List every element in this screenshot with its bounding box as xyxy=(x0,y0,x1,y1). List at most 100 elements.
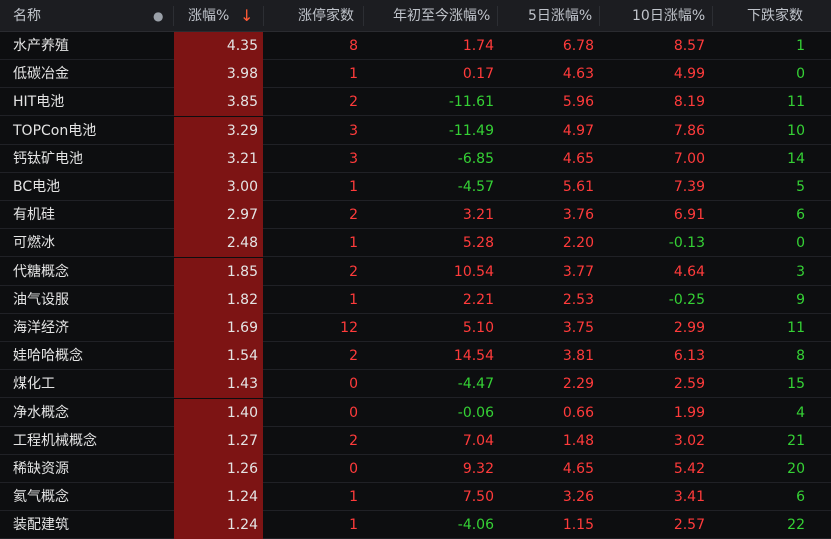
cell-d10: 6.91 xyxy=(673,207,705,224)
cell-down: 5 xyxy=(796,179,805,195)
cell-pct: 1.24 xyxy=(226,489,258,506)
column-divider xyxy=(712,6,713,26)
cell-pct: 2.97 xyxy=(226,207,258,224)
cell-d10: 4.64 xyxy=(673,263,705,280)
table-row[interactable]: TOPCon电池 3.29 3 -11.49 4.97 7.86 10 xyxy=(0,116,831,145)
table-row[interactable]: 油气设服 1.82 1 2.21 2.53 -0.25 9 xyxy=(0,285,831,314)
cell-ytd: -6.85 xyxy=(457,150,494,167)
cell-d10: 2.59 xyxy=(673,376,705,393)
table-row[interactable]: 低碳冶金 3.98 1 0.17 4.63 4.99 0 xyxy=(0,60,831,89)
table-row[interactable]: 可燃冰 2.48 1 5.28 2.20 -0.13 0 xyxy=(0,229,831,258)
cell-name: 代糖概念 xyxy=(13,263,69,280)
cell-pct: 1.40 xyxy=(226,404,258,421)
cell-down: 0 xyxy=(796,235,805,252)
column-header-ytd-change[interactable]: 年初至今涨幅% xyxy=(393,0,490,32)
cell-name: 装配建筑 xyxy=(13,517,69,534)
column-header-change-pct[interactable]: 涨幅% xyxy=(188,0,229,32)
cell-name: 煤化工 xyxy=(13,376,55,393)
cell-limit-up: 1 xyxy=(349,179,358,195)
cell-d10: -0.13 xyxy=(668,235,705,252)
cell-down: 8 xyxy=(796,348,805,365)
cell-d5: 4.65 xyxy=(562,461,594,477)
cell-pct: 1.43 xyxy=(226,376,258,393)
cell-d10: 3.02 xyxy=(673,432,705,449)
cell-down: 4 xyxy=(796,404,805,421)
cell-name: 有机硅 xyxy=(13,207,55,224)
cell-ytd: 9.32 xyxy=(462,461,494,477)
cell-d5: 4.63 xyxy=(562,66,594,83)
cell-ytd: -4.06 xyxy=(457,517,494,534)
column-header-5day-change[interactable]: 5日涨幅% xyxy=(528,0,592,32)
table-row[interactable]: 装配建筑 1.24 1 -4.06 1.15 2.57 22 xyxy=(0,511,831,539)
cell-down: 21 xyxy=(787,432,805,449)
cell-name: 氦气概念 xyxy=(13,489,69,506)
cell-name: 油气设服 xyxy=(13,291,69,308)
cell-down: 20 xyxy=(787,461,805,477)
table-row[interactable]: 稀缺资源 1.26 0 9.32 4.65 5.42 20 xyxy=(0,455,831,483)
cell-pct: 3.00 xyxy=(226,179,258,195)
table-row[interactable]: 水产养殖 4.35 8 1.74 6.78 8.57 1 xyxy=(0,32,831,60)
cell-d5: 3.76 xyxy=(562,207,594,224)
column-header-10day-change[interactable]: 10日涨幅% xyxy=(632,0,705,32)
cell-d5: 4.97 xyxy=(562,122,594,139)
cell-d10: 7.86 xyxy=(673,122,705,139)
cell-name: 可燃冰 xyxy=(13,235,55,252)
cell-ytd: -11.61 xyxy=(448,94,494,111)
cell-ytd: 7.04 xyxy=(462,432,494,449)
table-row[interactable]: 代糖概念 1.85 2 10.54 3.77 4.64 3 xyxy=(0,257,831,286)
cell-ytd: 2.21 xyxy=(462,291,494,308)
cell-d10: 4.99 xyxy=(673,66,705,83)
cell-down: 3 xyxy=(796,263,805,280)
column-divider xyxy=(497,6,498,26)
table-row[interactable]: 有机硅 2.97 2 3.21 3.76 6.91 6 xyxy=(0,201,831,230)
column-divider xyxy=(599,6,600,26)
cell-d5: 3.75 xyxy=(562,320,594,336)
cell-d5: 2.29 xyxy=(562,376,594,393)
cell-name: BC电池 xyxy=(13,179,61,195)
cell-down: 10 xyxy=(787,122,805,139)
cell-d10: 5.42 xyxy=(673,461,705,477)
table-row[interactable]: 煤化工 1.43 0 -4.47 2.29 2.59 15 xyxy=(0,370,831,399)
cell-name: 钙钛矿电池 xyxy=(13,150,83,167)
cell-name: 海洋经济 xyxy=(13,320,69,336)
sort-descending-icon[interactable]: ↓ xyxy=(240,0,253,32)
cell-limit-up: 3 xyxy=(349,122,358,139)
cell-name: 低碳冶金 xyxy=(13,66,69,83)
cell-pct: 1.82 xyxy=(226,291,258,308)
dot-icon[interactable]: ● xyxy=(153,0,163,32)
cell-ytd: 5.10 xyxy=(462,320,494,336)
table-row[interactable]: 海洋经济 1.69 12 5.10 3.75 2.99 11 xyxy=(0,314,831,342)
cell-pct: 1.85 xyxy=(226,263,258,280)
cell-pct: 1.24 xyxy=(226,517,258,534)
cell-pct: 3.29 xyxy=(226,122,258,139)
cell-name: 净水概念 xyxy=(13,404,69,421)
cell-d10: 3.41 xyxy=(673,489,705,506)
cell-name: 水产养殖 xyxy=(13,38,69,54)
cell-down: 6 xyxy=(796,207,805,224)
cell-pct: 1.27 xyxy=(226,432,258,449)
cell-pct: 2.48 xyxy=(226,235,258,252)
column-divider xyxy=(173,6,174,26)
column-header-decliners-count[interactable]: 下跌家数 xyxy=(747,0,803,32)
table-row[interactable]: BC电池 3.00 1 -4.57 5.61 7.39 5 xyxy=(0,173,831,201)
cell-down: 22 xyxy=(787,517,805,534)
table-row[interactable]: 氦气概念 1.24 1 7.50 3.26 3.41 6 xyxy=(0,483,831,512)
column-header-name[interactable]: 名称 xyxy=(13,0,41,32)
cell-d10: 1.99 xyxy=(673,404,705,421)
column-divider xyxy=(263,6,264,26)
cell-down: 1 xyxy=(796,38,805,54)
column-header-limit-up-count[interactable]: 涨停家数 xyxy=(298,0,354,32)
table-row[interactable]: 娃哈哈概念 1.54 2 14.54 3.81 6.13 8 xyxy=(0,342,831,371)
cell-name: HIT电池 xyxy=(13,94,65,111)
table-row[interactable]: 钙钛矿电池 3.21 3 -6.85 4.65 7.00 14 xyxy=(0,144,831,173)
sector-ranking-table: 名称 ● 涨幅% ↓ 涨停家数 年初至今涨幅% 5日涨幅% 10日涨幅% 下跌家… xyxy=(0,0,831,539)
cell-ytd: 0.17 xyxy=(462,66,494,83)
cell-name: 稀缺资源 xyxy=(13,461,69,477)
table-row[interactable]: HIT电池 3.85 2 -11.61 5.96 8.19 11 xyxy=(0,88,831,117)
cell-ytd: 7.50 xyxy=(462,489,494,506)
table-row[interactable]: 净水概念 1.40 0 -0.06 0.66 1.99 4 xyxy=(0,398,831,427)
cell-limit-up: 0 xyxy=(349,376,358,393)
table-row[interactable]: 工程机械概念 1.27 2 7.04 1.48 3.02 21 xyxy=(0,426,831,455)
cell-d10: 2.57 xyxy=(673,517,705,534)
cell-d5: 5.96 xyxy=(562,94,594,111)
